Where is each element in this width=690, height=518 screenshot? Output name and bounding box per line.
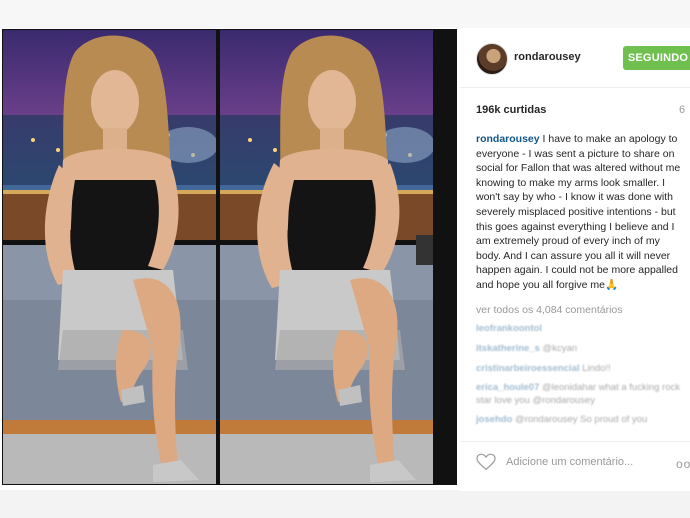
instagram-post-view: rondarousey SEGUINDO 196k curtidas 6 ron… — [0, 0, 690, 518]
comment-username[interactable]: leofrankoontol — [476, 323, 542, 334]
heart-icon[interactable] — [476, 453, 496, 471]
more-options-button[interactable]: oo — [676, 457, 690, 471]
post-time: 6 — [679, 104, 686, 116]
post-caption: rondarousey I have to make an apology to… — [476, 132, 686, 293]
comment-username[interactable]: cristinarbeiroessencial — [476, 363, 580, 374]
view-all-comments-link[interactable]: ver todos os 4,084 comentários — [476, 304, 623, 316]
bottom-strip — [0, 490, 690, 518]
username-link[interactable]: rondarousey — [514, 51, 581, 63]
comment-item: erica_houle07 @leonidahar what a fucking… — [476, 381, 686, 407]
comment-item: itskatherine_s @kcyan — [476, 343, 577, 354]
likes-count[interactable]: 196k curtidas — [476, 104, 546, 116]
photo-panel-left — [3, 30, 216, 484]
comment-text: Lindo!! — [579, 363, 611, 374]
comment-text: @rondarousey So proud of you — [512, 414, 648, 425]
caption-text: I have to make an apology to everyone - … — [476, 133, 681, 291]
comment-username[interactable]: josehdo — [476, 414, 512, 425]
comment-bar: Adicione um comentário... oo — [460, 441, 690, 482]
comment-item: josehdo @rondarousey So proud of you — [476, 414, 647, 425]
profile-avatar[interactable] — [476, 43, 508, 75]
photo-panel-right — [220, 30, 433, 484]
caption-username[interactable]: rondarousey — [476, 133, 540, 145]
comment-username[interactable]: erica_houle07 — [476, 382, 539, 393]
post-photo[interactable] — [2, 29, 457, 485]
top-strip — [0, 0, 690, 28]
following-button[interactable]: SEGUINDO — [623, 46, 690, 70]
comment-text: @kcyan — [539, 343, 578, 354]
comment-item: cristinarbeiroessencial Lindo!! — [476, 363, 611, 374]
comment-item: leofrankoontol — [476, 323, 542, 334]
post-header: rondarousey SEGUINDO — [460, 29, 690, 88]
comment-username[interactable]: itskatherine_s — [476, 343, 540, 354]
post-sidebar: rondarousey SEGUINDO 196k curtidas 6 ron… — [460, 29, 690, 491]
add-comment-input[interactable]: Adicione um comentário... — [506, 456, 633, 468]
